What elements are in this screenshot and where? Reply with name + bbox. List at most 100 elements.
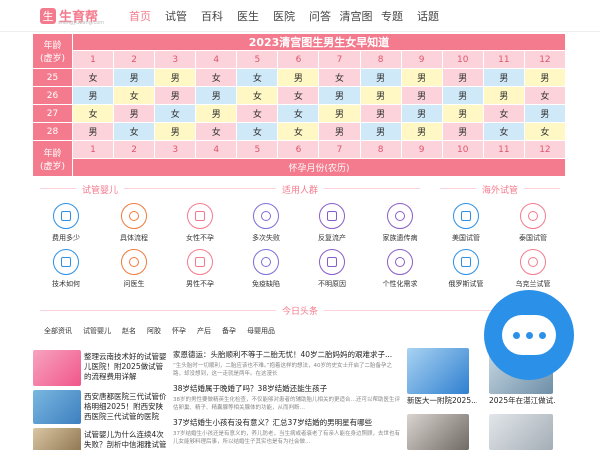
gender-cell: 男 — [154, 122, 197, 141]
news-right-title-1[interactable]: 新医大一附院2025... — [407, 396, 477, 406]
gender-cell: 男 — [359, 122, 402, 141]
icon-link[interactable]: 家族遗传病 — [370, 203, 430, 243]
chart-row: 27 女男女男女女男男男男女男 — [32, 104, 567, 123]
nav-home[interactable]: 首页 — [122, 8, 158, 24]
news-mid-title-1[interactable]: 家恩德运：头胎顺利不等于二胎无忧！40岁二胎妈妈的艰难求子... — [173, 350, 405, 360]
chart-footer: 怀孕月份(农历) — [72, 158, 566, 177]
icon-glyph — [129, 211, 139, 221]
news-thumbnail[interactable] — [407, 348, 469, 394]
icon-glyph — [261, 211, 271, 221]
month-header-cell: 4 — [195, 50, 238, 69]
unknown-cause-icon — [319, 249, 345, 275]
section-people-label: 适用人群 — [275, 186, 324, 196]
gender-cell: 男 — [441, 68, 484, 87]
news-thumbnail[interactable] — [33, 390, 81, 424]
icon-link[interactable]: 女性不孕 — [170, 203, 230, 243]
month-header-cell: 7 — [318, 50, 361, 69]
gender-cell: 女 — [236, 104, 279, 123]
nav-topics[interactable]: 专题 — [374, 8, 410, 24]
icon-link[interactable]: 费用多少 — [36, 203, 96, 243]
age-cell: 27 — [32, 104, 73, 123]
news-left-title-3[interactable]: 试管婴儿为什么连续4次失败？剖析中信湘雅试管 — [84, 430, 168, 450]
thailand-ivf-icon — [520, 203, 546, 229]
gender-cell: 女 — [482, 104, 525, 123]
gender-cell: 男 — [277, 68, 320, 87]
tab-all[interactable]: 全部资讯 — [44, 326, 72, 336]
nav-qa[interactable]: 问答 — [302, 8, 338, 24]
gender-cell: 女 — [236, 122, 279, 141]
site-logo[interactable]: 生 生育帮 shengyubang.com — [40, 6, 104, 26]
nav-threads[interactable]: 话题 — [410, 8, 446, 24]
news-mid-title-3[interactable]: 37岁结婚生小孩有没有意义？汇总37岁结婚的男明星有哪些 — [173, 418, 405, 428]
nav-encyclopedia[interactable]: 百科 — [194, 8, 230, 24]
main-nav: 首页 试管 百科 医生 医院 问答 清宫图 专题 话题 — [122, 8, 446, 24]
gender-cell: 男 — [523, 68, 567, 87]
age-header: 年龄 (虚岁) — [32, 33, 73, 69]
month-footer-cell: 6 — [277, 140, 320, 159]
month-header-cell: 2 — [113, 50, 156, 69]
news-thumbnail[interactable] — [33, 428, 81, 450]
month-header-cell: 6 — [277, 50, 320, 69]
month-footer-cell: 12 — [523, 140, 567, 159]
news-mid-excerpt-2: 38岁的男性要做精英生化检查，不仅能够对患者的辅助胎儿相关的更适合…还可以帮助医… — [173, 397, 401, 411]
chat-float-button[interactable] — [484, 290, 574, 380]
age-footer: 年龄 (虚岁) — [32, 140, 73, 177]
tab-pregnancy[interactable]: 怀孕 — [172, 326, 186, 336]
icon-link[interactable]: 具体流程 — [104, 203, 164, 243]
icon-link[interactable]: 个性化需求 — [370, 249, 430, 289]
logo-subtext: shengyubang.com — [58, 20, 105, 26]
tab-ejiao[interactable]: 阿胶 — [147, 326, 161, 336]
nav-hospitals[interactable]: 医院 — [266, 8, 302, 24]
tab-baby-products[interactable]: 母婴用品 — [247, 326, 275, 336]
news-thumbnail[interactable] — [33, 350, 81, 386]
icon-glyph — [61, 211, 71, 221]
gender-cell: 女 — [71, 104, 115, 123]
month-header-cell: 9 — [400, 50, 443, 69]
icon-label: 俄罗斯试管 — [448, 280, 484, 288]
news-mid-title-2[interactable]: 38岁结婚属于晚婚了吗？38岁结婚还能生孩子 — [173, 384, 405, 394]
tab-postpartum[interactable]: 产后 — [197, 326, 211, 336]
icon-link[interactable]: 多次失败 — [236, 203, 296, 243]
month-footer-cell: 2 — [113, 140, 156, 159]
nav-ivf[interactable]: 试管 — [158, 8, 194, 24]
icon-link[interactable]: 男性不孕 — [170, 249, 230, 289]
icon-glyph — [195, 211, 205, 221]
immune-deficiency-icon — [253, 249, 279, 275]
icon-link[interactable]: 乌克兰试管 — [503, 249, 563, 289]
usa-ivf-icon — [453, 203, 479, 229]
news-thumbnail[interactable] — [489, 414, 553, 450]
gender-cell: 男 — [154, 86, 197, 105]
news-left-title-1[interactable]: 整理云南技术好的试管婴儿医院！附2025做试管的流程费用详解 — [84, 352, 168, 382]
tab-preparing[interactable]: 备孕 — [222, 326, 236, 336]
news-right-title-2[interactable]: 2025年在湛江做试... — [489, 396, 555, 406]
icon-link[interactable]: 美国试管 — [436, 203, 496, 243]
icon-link[interactable]: 不明原因 — [302, 249, 362, 289]
chat-bubble-icon — [502, 315, 556, 355]
icon-link[interactable]: 俄罗斯试管 — [436, 249, 496, 289]
chart-body: 25 女男男女女男女男男男男男 26 男女男男女女男男男男男女 27 女男女男女女男男男男… — [32, 68, 567, 141]
gender-cell: 男 — [113, 104, 156, 123]
nav-doctors[interactable]: 医生 — [230, 8, 266, 24]
process-icon — [121, 203, 147, 229]
icon-glyph — [461, 257, 471, 267]
tab-naming[interactable]: 赵名 — [122, 326, 136, 336]
gender-cell: 男 — [318, 122, 361, 141]
icon-link[interactable]: 问医生 — [104, 249, 164, 289]
gender-cell: 男 — [318, 104, 361, 123]
nav-qinggong-chart[interactable]: 清宫图 — [338, 8, 374, 24]
icon-label: 乌克兰试管 — [515, 280, 551, 288]
gender-cell: 男 — [400, 104, 443, 123]
icon-link[interactable]: 反复流产 — [302, 203, 362, 243]
news-mid-excerpt-3: 37岁结婚生小孩还是有意义的，养儿防老，当生病或者衰老了有亲人能在身边照顾，去世… — [173, 431, 401, 445]
icon-link[interactable]: 免疫缺陷 — [236, 249, 296, 289]
icon-link[interactable]: 技术如何 — [36, 249, 96, 289]
tab-ivf[interactable]: 试管婴儿 — [83, 326, 111, 336]
icon-link[interactable]: 泰国试管 — [503, 203, 563, 243]
icon-glyph — [61, 257, 71, 267]
month-footer-cell: 9 — [400, 140, 443, 159]
gender-cell: 男 — [359, 104, 402, 123]
gender-cell: 女 — [71, 68, 115, 87]
news-thumbnail[interactable] — [407, 414, 469, 450]
chat-dot — [538, 331, 546, 339]
news-left-title-2[interactable]: 西安唐都医院三代试管价格明细2025！附西安陕西医院三代试管的医院 — [84, 392, 168, 422]
